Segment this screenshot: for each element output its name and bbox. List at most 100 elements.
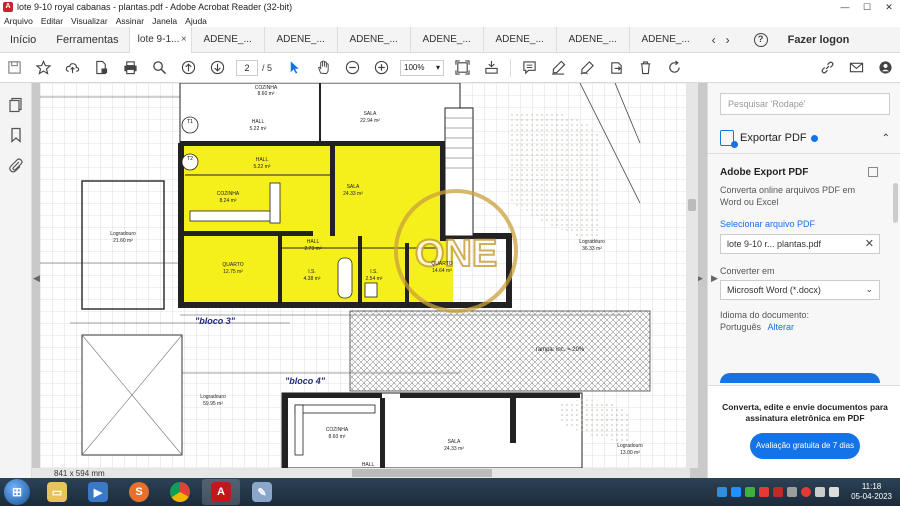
scrollbar-thumb[interactable] bbox=[352, 469, 492, 477]
room-area: 14.64 m² bbox=[432, 268, 452, 274]
bookmarks-icon[interactable] bbox=[8, 127, 24, 143]
hand-tool-icon[interactable] bbox=[315, 59, 333, 77]
delete-icon[interactable] bbox=[637, 59, 655, 77]
page-size-label: 841 x 594 mm bbox=[54, 469, 105, 478]
print-icon[interactable] bbox=[122, 59, 140, 77]
maximize-button[interactable]: ☐ bbox=[856, 0, 878, 14]
taskbar-paint[interactable]: ✎ bbox=[243, 479, 281, 505]
room-area: 5.22 m² bbox=[254, 164, 271, 170]
zoom-in-icon[interactable] bbox=[373, 59, 391, 77]
room-area: 8.60 m² bbox=[258, 91, 275, 97]
help-icon[interactable]: ? bbox=[753, 32, 768, 47]
page-number-input[interactable]: 2 bbox=[236, 59, 258, 76]
menu-assinar[interactable]: Assinar bbox=[116, 16, 144, 26]
share-icon[interactable] bbox=[608, 59, 626, 77]
close-button[interactable]: ✕ bbox=[878, 0, 900, 14]
scroll-mode-icon[interactable] bbox=[483, 59, 501, 77]
dropbox-icon[interactable] bbox=[731, 487, 742, 497]
select-pdf-link[interactable]: Selecionar arquivo PDF bbox=[720, 219, 815, 229]
scrollbar-thumb[interactable] bbox=[893, 183, 898, 223]
tab-document[interactable]: ADENE_... bbox=[336, 26, 410, 53]
comment-icon[interactable] bbox=[521, 59, 539, 77]
promo-text: Converta, edite e envie documentos para … bbox=[722, 402, 888, 423]
tab-document[interactable]: ADENE_... bbox=[190, 26, 264, 53]
title-bar: A lote 9-10 royal cabanas - plantas.pdf … bbox=[0, 0, 900, 14]
tab-close-icon[interactable]: × bbox=[181, 27, 187, 53]
rotate-icon[interactable] bbox=[666, 59, 684, 77]
attachments-icon[interactable] bbox=[8, 157, 24, 173]
collapse-pane-icon[interactable]: ▶ bbox=[711, 273, 718, 284]
watermark-text: ONE bbox=[415, 233, 497, 275]
volume-icon[interactable] bbox=[829, 487, 840, 497]
convert-button[interactable] bbox=[720, 373, 880, 383]
app-tray-icon[interactable] bbox=[787, 487, 798, 497]
taskbar-app-s[interactable]: S bbox=[120, 479, 158, 505]
change-language-link[interactable]: Alterar bbox=[768, 322, 795, 332]
search-icon[interactable] bbox=[151, 59, 169, 77]
menu-janela[interactable]: Janela bbox=[152, 16, 177, 26]
zoom-out-icon[interactable] bbox=[344, 59, 362, 77]
selected-file-field[interactable]: lote 9-10 r... plantas.pdf ✕ bbox=[720, 234, 880, 254]
tools-search-input[interactable]: Pesquisar 'Rodapé' bbox=[720, 93, 890, 115]
panel-scrollbar[interactable] bbox=[891, 83, 900, 385]
antivirus-icon[interactable] bbox=[759, 487, 770, 497]
cloud-upload-icon[interactable] bbox=[64, 59, 82, 77]
select-cursor-icon[interactable] bbox=[286, 59, 304, 77]
export-pdf-header[interactable]: Exportar PDF ⌃ bbox=[720, 127, 890, 149]
taskbar-chrome[interactable] bbox=[161, 479, 199, 505]
menu-arquivo[interactable]: Arquivo bbox=[4, 16, 33, 26]
tab-next-icon[interactable]: › bbox=[726, 33, 730, 47]
tab-prev-icon[interactable]: ‹ bbox=[712, 33, 716, 47]
remove-file-icon[interactable]: ✕ bbox=[865, 237, 874, 250]
chrome-tray-icon[interactable] bbox=[801, 487, 812, 497]
protect-file-icon[interactable] bbox=[93, 59, 111, 77]
system-clock[interactable]: 11:18 05-04-2023 bbox=[851, 482, 892, 502]
clock-date: 05-04-2023 bbox=[851, 492, 892, 501]
add-user-icon[interactable] bbox=[877, 59, 895, 77]
copy-icon[interactable] bbox=[868, 167, 878, 177]
tab-document[interactable]: ADENE_... bbox=[628, 26, 702, 53]
save-icon[interactable] bbox=[6, 59, 24, 77]
room-label: I.S. bbox=[370, 269, 378, 275]
bookmark-star-icon[interactable] bbox=[35, 59, 53, 77]
app-tray-icon[interactable] bbox=[745, 487, 756, 497]
scrollbar-thumb[interactable] bbox=[688, 199, 696, 211]
free-trial-button[interactable]: Avaliação gratuita de 7 dias bbox=[750, 433, 860, 459]
menu-editar[interactable]: Editar bbox=[41, 16, 63, 26]
tab-document[interactable]: ADENE_... bbox=[555, 26, 629, 53]
tab-active-document[interactable]: lote 9-1... × bbox=[128, 26, 191, 53]
tab-home[interactable]: Início bbox=[0, 27, 46, 53]
page-thumbnails-icon[interactable] bbox=[8, 97, 24, 113]
chevron-left-icon[interactable]: ◀ bbox=[33, 273, 40, 284]
fill-sign-icon[interactable] bbox=[579, 59, 597, 77]
tab-tools[interactable]: Ferramentas bbox=[46, 27, 128, 53]
tab-document[interactable]: ADENE_... bbox=[482, 26, 556, 53]
taskbar-explorer[interactable]: ▭ bbox=[38, 479, 76, 505]
page-up-icon[interactable] bbox=[180, 59, 198, 77]
s-app-icon: S bbox=[129, 482, 149, 502]
menu-ajuda[interactable]: Ajuda bbox=[185, 16, 207, 26]
zoom-select[interactable]: 100% ▾ bbox=[400, 59, 445, 76]
app-tray-icon[interactable] bbox=[773, 487, 784, 497]
tab-document[interactable]: ADENE_... bbox=[409, 26, 483, 53]
start-button[interactable]: ⊞ bbox=[4, 479, 30, 505]
vertical-scrollbar[interactable] bbox=[686, 83, 698, 468]
document-view[interactable]: ◀ ONE HALL 5.22 m² SALA 22.94 m² COZINHA… bbox=[32, 83, 707, 478]
link-share-icon[interactable] bbox=[819, 59, 837, 77]
fit-page-icon[interactable] bbox=[454, 59, 472, 77]
page-down-icon[interactable] bbox=[209, 59, 227, 77]
taskbar-media-player[interactable]: ▶ bbox=[79, 479, 117, 505]
menu-visualizar[interactable]: Visualizar bbox=[71, 16, 108, 26]
chevron-up-icon[interactable]: ⌃ bbox=[882, 133, 890, 144]
network-icon[interactable] bbox=[815, 487, 826, 497]
tab-document[interactable]: ADENE_... bbox=[263, 26, 337, 53]
room-label: QUARTO bbox=[222, 262, 243, 268]
minimize-button[interactable]: — bbox=[834, 0, 856, 14]
bluetooth-icon[interactable] bbox=[717, 487, 728, 497]
horizontal-scrollbar[interactable] bbox=[32, 468, 690, 478]
email-icon[interactable] bbox=[848, 59, 866, 77]
convert-format-select[interactable]: Microsoft Word (*.docx) ⌄ bbox=[720, 280, 880, 300]
highlight-pen-icon[interactable] bbox=[550, 59, 568, 77]
taskbar-acrobat[interactable]: A bbox=[202, 479, 240, 505]
login-button[interactable]: Fazer logon bbox=[788, 34, 850, 46]
